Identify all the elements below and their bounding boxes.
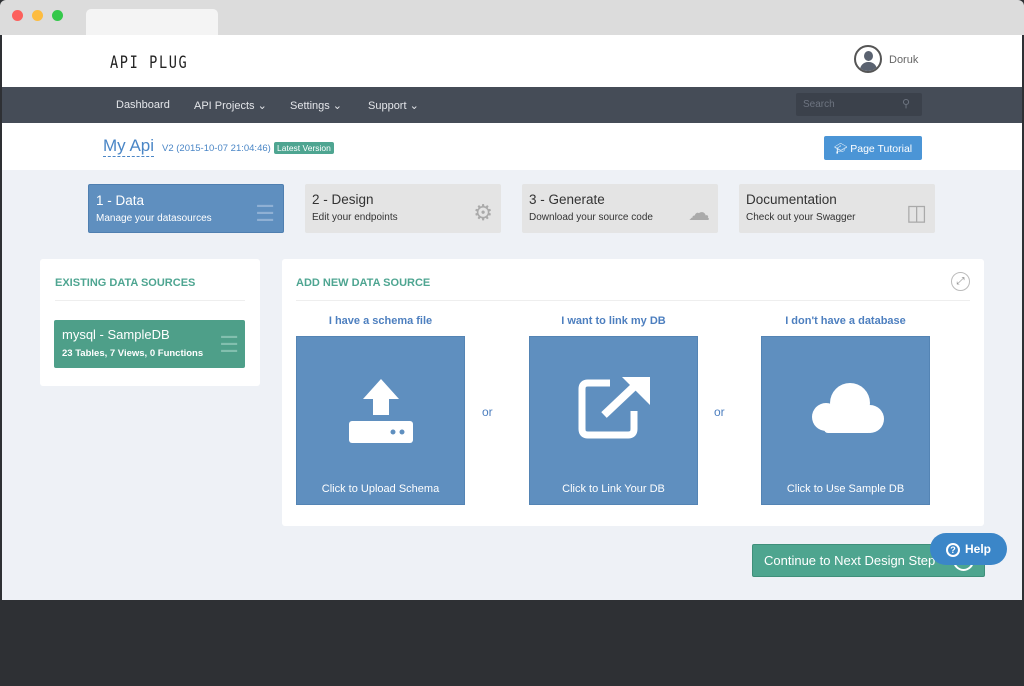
link-db-button[interactable]: Click to Link Your DB [529,336,698,505]
panel-title: EXISTING DATA SOURCES [55,277,196,289]
nav-support[interactable]: Support ⌄ [368,99,419,112]
tutorial-label: Page Tutorial [850,143,913,155]
columns-icon: ◫ [906,200,927,225]
nav-settings[interactable]: Settings ⌄ [290,99,342,112]
minimize-window-button[interactable] [32,10,43,21]
step-desc: Manage your datasources [96,213,212,224]
avatar-icon[interactable] [854,45,882,73]
or-separator: or [714,405,725,419]
step-desc: Edit your endpoints [312,212,398,223]
sample-db-button[interactable]: Click to Use Sample DB [761,336,930,505]
divider [55,300,245,301]
help-button[interactable]: ? Help [930,533,1007,565]
upload-icon [349,379,413,443]
external-link-icon [578,377,650,439]
browser-tab[interactable] [86,9,218,35]
browser-chrome [0,0,1024,35]
step-title: 2 - Design [312,192,374,207]
source-name: mysql - SampleDB [62,327,170,342]
project-bar: My Api V2 (2015-10-07 21:04:46) Latest V… [2,123,1022,170]
gears-icon: ⚙ [473,200,493,225]
source-detail: 23 Tables, 7 Views, 0 Functions [62,348,204,359]
option-label: Click to Link Your DB [562,483,665,495]
add-source-panel: ADD NEW DATA SOURCE ⤢ I have a schema fi… [282,259,984,526]
question-icon: ? [946,543,960,557]
nav-dashboard[interactable]: Dashboard [116,99,170,111]
step-title: 3 - Generate [529,192,605,207]
step-data[interactable]: 1 - Data Manage your datasources ☰ [88,184,284,233]
project-name[interactable]: My Api [103,136,155,157]
page: API PLUG Doruk Dashboard API Projects ⌄ … [2,35,1022,600]
data-source-item[interactable]: mysql - SampleDB 23 Tables, 7 Views, 0 F… [54,320,245,368]
upload-schema-button[interactable]: Click to Upload Schema [296,336,465,505]
existing-sources-panel: EXISTING DATA SOURCES mysql - SampleDB 2… [40,259,260,386]
option-label: Click to Use Sample DB [786,483,905,495]
graduation-cap-icon: 🎓︎ [834,143,851,155]
option-label: Click to Upload Schema [321,483,440,495]
logo[interactable]: API PLUG [110,53,188,73]
option-heading: I have a schema file [328,315,433,327]
step-documentation[interactable]: Documentation Check out your Swagger ◫ [739,184,935,233]
maximize-window-button[interactable] [52,10,63,21]
page-tutorial-button[interactable]: 🎓︎ Page Tutorial [824,136,922,160]
option-heading: I don't have a database [785,315,906,327]
project-version: V2 (2015-10-07 21:04:46) [162,143,271,154]
nav-bar: Dashboard API Projects ⌄ Settings ⌄ Supp… [2,87,1022,123]
database-icon: ☰ [219,332,239,357]
help-label: Help [965,542,992,556]
header: API PLUG Doruk [2,35,1022,87]
search-icon[interactable]: ⚲ [902,97,910,110]
panel-title: ADD NEW DATA SOURCE [296,277,431,289]
step-generate[interactable]: 3 - Generate Download your source code ☁ [522,184,718,233]
step-design[interactable]: 2 - Design Edit your endpoints ⚙ [305,184,501,233]
user-name[interactable]: Doruk [889,54,918,66]
step-title: Documentation [746,192,837,207]
expand-icon[interactable]: ⤢ [951,272,970,291]
step-desc: Check out your Swagger [746,212,856,223]
option-heading: I want to link my DB [561,315,666,327]
step-desc: Download your source code [529,212,653,223]
step-title: 1 - Data [96,193,145,208]
or-separator: or [482,405,493,419]
divider [296,300,970,301]
database-icon: ☰ [255,201,275,226]
cloud-icon [812,383,884,433]
cloud-download-icon: ☁ [688,200,710,225]
continue-label: Continue to Next Design Step [764,553,936,568]
close-window-button[interactable] [12,10,23,21]
nav-api-projects[interactable]: API Projects ⌄ [194,99,267,112]
version-badge: Latest Version [274,142,334,154]
